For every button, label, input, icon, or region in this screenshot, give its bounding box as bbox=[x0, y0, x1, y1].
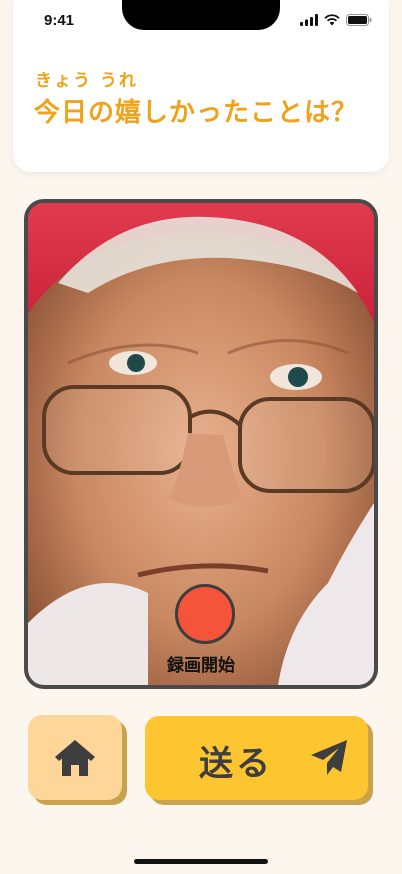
home-indicator[interactable] bbox=[134, 859, 268, 864]
status-icons bbox=[300, 14, 372, 26]
signal-icon bbox=[300, 14, 318, 26]
send-label: 送る bbox=[199, 744, 273, 784]
home-button[interactable] bbox=[28, 715, 122, 800]
record-label: 録画開始 bbox=[167, 656, 235, 676]
prompt-furigana: きょう うれ bbox=[35, 71, 138, 91]
camera-preview: 録画開始 bbox=[24, 199, 378, 689]
status-bar: 9:41 bbox=[0, 0, 402, 44]
wifi-icon bbox=[324, 14, 340, 26]
prompt-question: 今日の嬉しかったことは？ bbox=[34, 98, 359, 128]
paper-plane-icon bbox=[311, 740, 347, 775]
notch bbox=[122, 0, 280, 30]
status-time: 9:41 bbox=[44, 12, 75, 29]
home-icon bbox=[55, 739, 95, 776]
send-button[interactable]: 送る bbox=[145, 716, 368, 800]
record-button[interactable] bbox=[175, 584, 235, 644]
battery-icon bbox=[346, 14, 372, 26]
